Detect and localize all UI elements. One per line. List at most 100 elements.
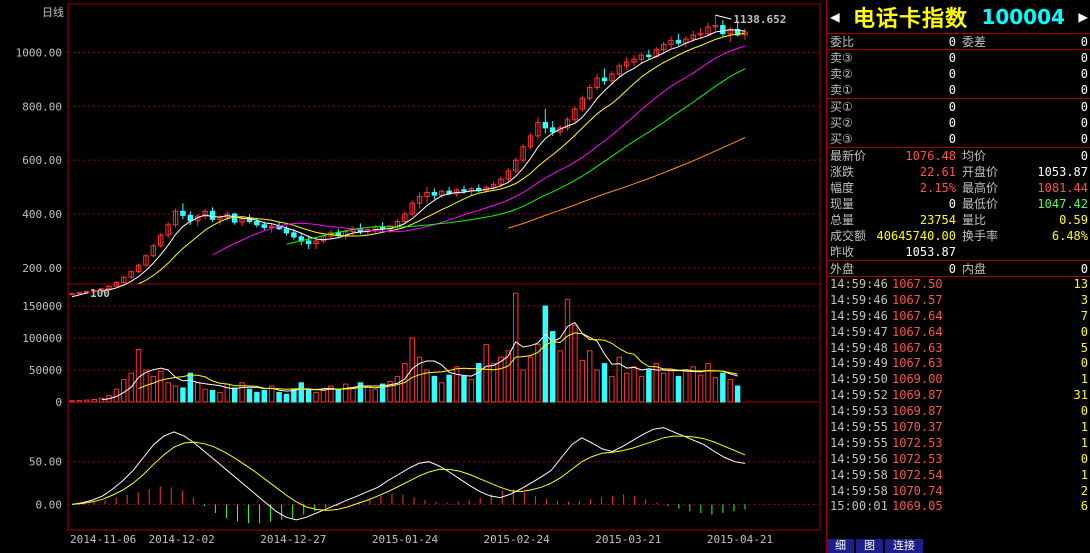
volume-bar [231,387,238,403]
tick-volume: 1 [1080,420,1088,435]
volume-bar [660,372,667,403]
tick-row: 14:59:46 1067.64 7 [827,309,1090,325]
date-axis-label: 2014-12-27 [260,533,326,546]
candle-body [646,54,652,58]
tick-volume: 1 [1080,467,1088,482]
tick-list[interactable]: 14:59:46 1067.50 13 14:59:46 1067.57 3 14:59:4… [827,277,1090,515]
kline-chart[interactable]: 1000.00800.00600.00400.00200.00日线1500001… [0,0,826,553]
tick-price: 1067.64 [892,308,943,323]
volume-bar [483,343,489,403]
weibi-label: 委比 [830,35,855,49]
candle-body [209,210,216,220]
weicha-label: 委差 [962,35,987,49]
volume-bar [195,382,201,403]
tab-connect[interactable]: 连接 [885,539,923,553]
prev-arrow-icon[interactable]: ◀ [830,7,840,26]
tick-time: 14:59:58 [830,467,888,482]
sell-row: 卖① 0 0 [830,83,1088,97]
tick-time: 14:59:55 [830,435,888,450]
tick-price: 1069.87 [892,404,943,419]
volume-bar [91,398,97,403]
volume-bar [498,356,504,403]
kline-chart-area[interactable]: 1000.00 800.00 600.00 400.00 200.00 日线 150000 1… [0,0,826,553]
tick-row: 14:59:50 1069.00 1 [827,372,1090,388]
next-arrow-icon[interactable]: ▶ [1078,7,1088,26]
tick-volume: 0 [1080,404,1088,419]
candle-body [549,127,556,133]
volume-bar [313,391,319,403]
tick-time: 14:59:58 [830,483,888,498]
tick-row: 14:59:55 1072.53 1 [827,436,1090,452]
stats-row: 总量 23754 量比 0.59 [830,213,1088,227]
volume-bar [668,369,674,403]
tick-price: 1067.50 [892,277,943,291]
tick-price: 1072.53 [892,435,943,450]
buy-orders: 买① 0 0 买② 0 0 买③ 0 0 [827,99,1090,148]
volume-bar [98,397,105,403]
tick-volume: 5 [1080,340,1088,355]
tick-volume: 3 [1080,292,1088,307]
quote-title-bar: ◀ 电话卡指数 100004 ▶ [827,0,1090,34]
volume-bar [372,388,378,403]
volume-bar [365,385,371,403]
tick-time: 14:59:50 [830,372,888,387]
volume-bar [453,366,460,403]
outer-inner-row: 外盘 0 内盘 0 [827,261,1090,277]
volume-bar [542,305,549,403]
volume-bar [609,375,615,403]
weibi-row: 委比 0 委差 0 [827,34,1090,50]
candle-body [254,221,260,226]
volume-bar [520,369,526,403]
volume-bar [586,350,593,403]
tick-row: 14:59:47 1067.64 0 [827,325,1090,341]
indicator-axis-label: 0.00 [36,498,63,511]
stats-row: 幅度 2.15% 最高价 1081.44 [830,181,1088,195]
volume-bar [298,382,304,403]
volume-bar [476,363,482,403]
stats-block: 最新价 1076.48 均价 0 涨跌 22.61 开盘价 1053.87 幅度 2.15% 最… [827,148,1090,261]
volume-bar [246,388,253,403]
tick-time: 14:59:49 [830,356,888,371]
panel-tabs: 细 图 连接 [827,539,1090,553]
volume-bar [461,375,467,403]
volume-bar [513,292,519,403]
tick-row: 15:00:01 1069.05 6 [827,499,1090,515]
volume-bar [683,370,689,403]
price-axis-label: 400.00 [22,208,62,221]
candle-body [283,228,290,234]
volume-bar [579,359,586,403]
volume-bar [187,372,194,403]
candle-body [231,213,238,223]
volume-bar [564,299,571,403]
volume-bar [705,363,711,403]
volume-bar [557,350,563,403]
volume-bar [572,324,578,403]
volume-axis-label: 150000 [22,300,62,313]
tick-volume: 13 [1073,277,1088,291]
buy-row: 买① 0 0 [830,100,1088,114]
tab-chart[interactable]: 图 [856,539,883,553]
sell-row: 卖③ 0 0 [830,51,1088,65]
price-axis-label: 800.00 [22,100,62,113]
tab-detail[interactable]: 细 [827,539,854,553]
volume-bar [527,356,534,403]
volume-bar [646,369,652,403]
volume-bar [165,382,171,403]
volume-axis-label: 0 [55,396,62,409]
candle-body [305,240,312,245]
stats-row: 最新价 1076.48 均价 0 [830,149,1088,163]
volume-bar [424,369,430,403]
date-axis-label: 2015-02-24 [484,533,551,546]
buy-row: 买③ 0 0 [830,132,1088,146]
volume-bar [394,375,401,403]
tick-row: 14:59:53 1069.87 0 [827,404,1090,420]
volume-bar [594,369,600,403]
volume-bar [623,372,630,403]
volume-bar [697,374,704,403]
tick-time: 14:59:46 [830,308,888,323]
volume-bar [305,388,312,403]
volume-bar [283,393,290,403]
sell-row: 卖② 0 0 [830,67,1088,81]
tick-time: 14:59:53 [830,404,888,419]
volume-bar [638,375,645,403]
